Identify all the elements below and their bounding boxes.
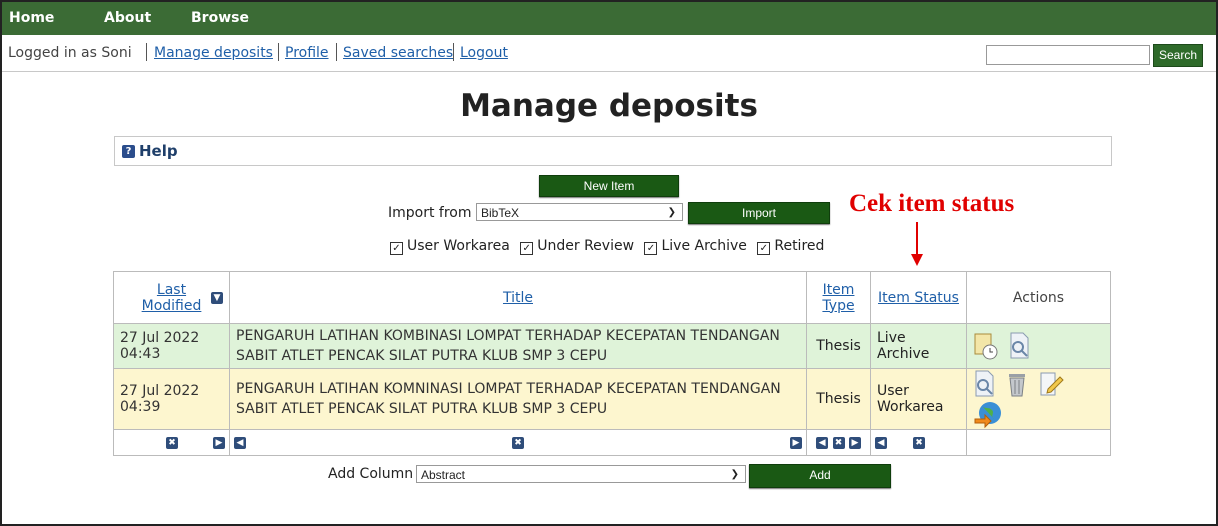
table-row: 27 Jul 2022 04:43 PENGARUH LATIHAN KOMBI… bbox=[113, 323, 1111, 369]
annotation-arrow-head bbox=[911, 254, 923, 266]
row-date: 27 Jul 2022 04:39 bbox=[113, 368, 230, 430]
filter-label: Retired bbox=[774, 238, 825, 254]
move-left-icon[interactable]: ◀ bbox=[234, 437, 246, 449]
col-controls: ◀ ✖ bbox=[870, 429, 967, 456]
title-header-link[interactable]: Title bbox=[503, 290, 533, 306]
row-date: 27 Jul 2022 04:43 bbox=[113, 323, 230, 369]
remove-column-icon[interactable]: ✖ bbox=[913, 437, 925, 449]
add-column-label: Add Column bbox=[328, 466, 414, 482]
page-title: Manage deposits bbox=[460, 88, 758, 124]
edit-icon[interactable] bbox=[1038, 369, 1064, 399]
divider bbox=[453, 43, 454, 61]
nav-home[interactable]: Home bbox=[9, 10, 54, 26]
search-input[interactable] bbox=[986, 45, 1150, 65]
import-label: Import from bbox=[388, 205, 472, 221]
row-title: PENGARUH LATIHAN KOMBINASI LOMPAT TERHAD… bbox=[229, 323, 807, 369]
remove-column-icon[interactable]: ✖ bbox=[166, 437, 178, 449]
view-icon[interactable] bbox=[1008, 331, 1032, 361]
move-left-icon[interactable]: ◀ bbox=[875, 437, 887, 449]
import-button[interactable]: Import bbox=[688, 202, 830, 224]
view-icon[interactable] bbox=[973, 369, 997, 399]
add-column-button[interactable]: Add bbox=[749, 464, 891, 488]
col-controls: ◀ ✖ ▶ bbox=[806, 429, 871, 456]
import-format-select[interactable]: BibTeX ❯ bbox=[476, 203, 683, 221]
annotation-text: Cek item status bbox=[849, 190, 1015, 217]
nav-about[interactable]: About bbox=[104, 10, 151, 26]
col-last-modified[interactable]: Last Modified ▼ bbox=[113, 271, 230, 324]
divider bbox=[146, 43, 147, 61]
logout-link[interactable]: Logout bbox=[460, 45, 508, 61]
move-left-icon[interactable]: ◀ bbox=[816, 436, 829, 449]
item-status-header-link[interactable]: Item Status bbox=[878, 290, 959, 306]
row-item-type: Thesis bbox=[806, 323, 871, 369]
help-label: Help bbox=[139, 142, 178, 160]
help-icon: ? bbox=[122, 145, 135, 158]
top-navigation: Home About Browse bbox=[2, 2, 1216, 35]
add-column-value: Abstract bbox=[421, 468, 466, 482]
chevron-down-icon: ❯ bbox=[730, 469, 739, 480]
row-title: PENGARUH LATIHAN KOMNINASI LOMPAT TERHAD… bbox=[229, 368, 807, 430]
divider bbox=[278, 43, 279, 61]
row-item-status: User Workarea bbox=[870, 368, 967, 430]
nav-browse[interactable]: Browse bbox=[191, 10, 249, 26]
import-format-value: BibTeX bbox=[481, 206, 520, 220]
col-item-status[interactable]: Item Status bbox=[870, 271, 967, 324]
logged-in-text: Logged in as Soni bbox=[8, 45, 132, 61]
new-item-button[interactable]: New Item bbox=[539, 175, 679, 197]
search-button[interactable]: Search bbox=[1153, 44, 1203, 67]
item-type-header-link[interactable]: Item Type bbox=[819, 282, 859, 314]
filter-label: User Workarea bbox=[407, 238, 510, 254]
history-icon[interactable] bbox=[973, 331, 999, 361]
add-column-select[interactable]: Abstract ❯ bbox=[416, 465, 746, 483]
checkbox-retired[interactable]: ✓ bbox=[757, 242, 771, 255]
last-modified-header-link[interactable]: Last Modified bbox=[137, 282, 207, 314]
checkbox-user-workarea[interactable]: ✓ bbox=[390, 242, 403, 255]
filter-label: Live Archive bbox=[661, 238, 747, 254]
col-actions: Actions bbox=[966, 271, 1111, 324]
col-controls bbox=[966, 429, 1111, 456]
col-item-type[interactable]: Item Type bbox=[806, 271, 871, 324]
row-item-type: Thesis bbox=[806, 368, 871, 430]
col-controls: ✖ ▶ bbox=[113, 429, 230, 456]
table-row: 27 Jul 2022 04:39 PENGARUH LATIHAN KOMNI… bbox=[113, 368, 1111, 430]
chevron-down-icon: ❯ bbox=[667, 207, 676, 218]
trash-icon[interactable] bbox=[1006, 369, 1028, 399]
remove-column-icon[interactable]: ✖ bbox=[832, 436, 845, 449]
help-panel[interactable]: ? Help bbox=[114, 136, 1112, 166]
row-actions bbox=[966, 368, 1111, 430]
manage-deposits-link[interactable]: Manage deposits bbox=[154, 45, 273, 61]
move-right-icon[interactable]: ▶ bbox=[848, 436, 861, 449]
divider bbox=[336, 43, 337, 61]
deposit-globe-icon[interactable] bbox=[973, 399, 1003, 429]
row-item-status: Live Archive bbox=[870, 323, 967, 369]
profile-link[interactable]: Profile bbox=[285, 45, 329, 61]
table-header-row: Last Modified ▼ Title Item Type Item Sta… bbox=[113, 271, 1111, 324]
saved-searches-link[interactable]: Saved searches bbox=[343, 45, 453, 61]
status-filter-checkboxes: ✓ User Workarea ✓ Under Review ✓ Live Archi… bbox=[390, 238, 825, 255]
move-right-icon[interactable]: ▶ bbox=[213, 437, 225, 449]
col-controls: ◀ ✖ ▶ bbox=[229, 429, 807, 456]
sort-desc-icon[interactable]: ▼ bbox=[211, 292, 223, 304]
checkbox-live-archive[interactable]: ✓ bbox=[644, 242, 658, 255]
filter-label: Under Review bbox=[537, 238, 635, 254]
move-right-icon[interactable]: ▶ bbox=[790, 437, 802, 449]
col-title[interactable]: Title bbox=[229, 271, 807, 324]
deposits-table: Last Modified ▼ Title Item Type Item Sta… bbox=[113, 271, 1111, 456]
column-controls-row: ✖ ▶ ◀ ✖ ▶ ◀ ✖ ▶ ◀ ✖ bbox=[113, 429, 1111, 456]
checkbox-under-review[interactable]: ✓ bbox=[520, 242, 534, 255]
remove-column-icon[interactable]: ✖ bbox=[512, 437, 524, 449]
row-actions bbox=[966, 323, 1111, 369]
annotation-arrow bbox=[916, 222, 918, 256]
